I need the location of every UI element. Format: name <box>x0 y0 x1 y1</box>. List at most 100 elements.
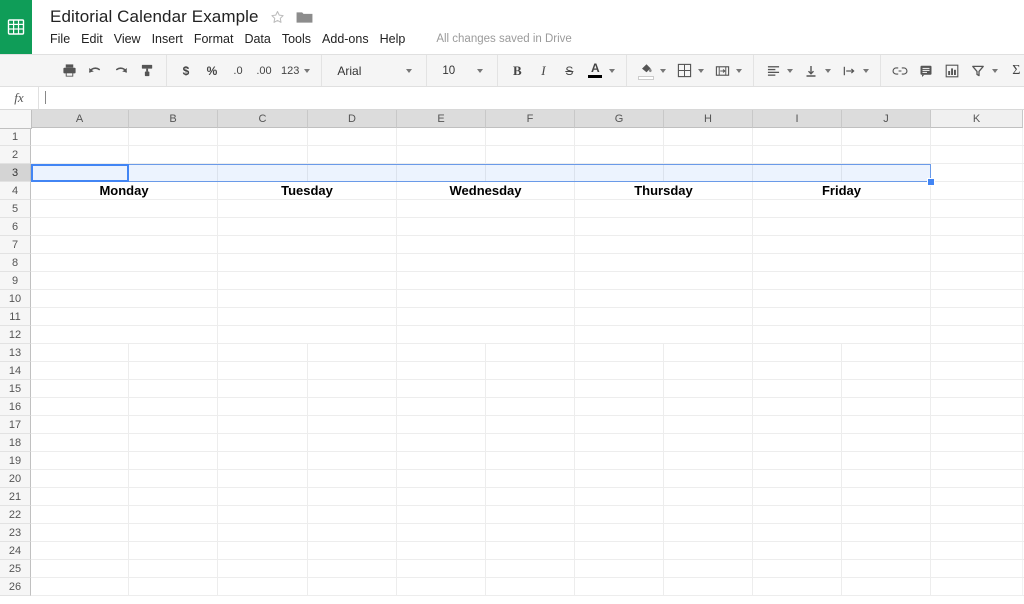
grid-cell[interactable] <box>397 542 486 559</box>
fill-color-icon[interactable] <box>635 60 657 82</box>
grid-cell[interactable] <box>931 146 1023 163</box>
grid-cell[interactable] <box>397 506 486 523</box>
grid-cell[interactable] <box>31 344 129 361</box>
grid-cell[interactable] <box>753 398 842 415</box>
grid-cell[interactable] <box>753 362 842 379</box>
grid-cell[interactable] <box>31 452 129 469</box>
chevron-down-icon[interactable] <box>609 68 616 73</box>
day-header-cell[interactable]: Tuesday <box>218 182 397 199</box>
grid-cell[interactable] <box>575 416 664 433</box>
grid-cell[interactable] <box>664 128 753 145</box>
grid-cell[interactable] <box>486 380 575 397</box>
grid-cell[interactable] <box>218 416 308 433</box>
row-header-20[interactable]: 20 <box>0 470 31 488</box>
grid-cell[interactable] <box>664 542 753 559</box>
grid-cell[interactable] <box>31 398 129 415</box>
grid-cell[interactable] <box>753 560 842 577</box>
row-header-2[interactable]: 2 <box>0 146 31 164</box>
grid-cell[interactable] <box>486 344 575 361</box>
grid-cell[interactable] <box>931 380 1023 397</box>
grid-cell[interactable] <box>575 542 664 559</box>
cell-area[interactable]: Monday Tuesday Wednesday Thursday Friday <box>31 128 1024 604</box>
row-header-9[interactable]: 9 <box>0 272 31 290</box>
grid-cell[interactable] <box>308 434 397 451</box>
grid-cell[interactable] <box>218 452 308 469</box>
grid-cell[interactable] <box>931 542 1023 559</box>
chevron-down-icon[interactable] <box>863 68 870 73</box>
column-header-h[interactable]: H <box>664 110 753 128</box>
column-header-c[interactable]: C <box>218 110 308 128</box>
merged-cell[interactable] <box>397 200 575 217</box>
grid-cell[interactable] <box>308 470 397 487</box>
merged-cell[interactable] <box>218 272 397 289</box>
grid-cell[interactable] <box>931 524 1023 541</box>
menu-data[interactable]: Data <box>244 30 279 48</box>
merged-cell[interactable] <box>753 326 931 343</box>
merged-cell[interactable] <box>31 308 218 325</box>
bold-button[interactable]: B <box>506 60 528 82</box>
menu-help[interactable]: Help <box>380 30 415 48</box>
grid-cell[interactable] <box>842 524 931 541</box>
grid-cell[interactable] <box>397 434 486 451</box>
grid-cell[interactable] <box>753 452 842 469</box>
select-all-corner[interactable] <box>0 110 32 129</box>
grid-cell[interactable] <box>664 524 753 541</box>
link-icon[interactable] <box>889 60 911 82</box>
grid-cell[interactable] <box>486 506 575 523</box>
merged-cell[interactable] <box>31 200 218 217</box>
grid-cell[interactable] <box>842 542 931 559</box>
vertical-align-icon[interactable] <box>800 60 822 82</box>
horizontal-align-icon[interactable] <box>762 60 784 82</box>
chevron-down-icon[interactable] <box>406 68 413 73</box>
column-header-i[interactable]: I <box>753 110 842 128</box>
grid-cell[interactable] <box>664 416 753 433</box>
grid-cell[interactable] <box>842 128 931 145</box>
grid-cell[interactable] <box>931 470 1023 487</box>
grid-cell[interactable] <box>931 398 1023 415</box>
menu-view[interactable]: View <box>114 30 150 48</box>
grid-cell[interactable] <box>842 506 931 523</box>
grid-cell[interactable] <box>397 416 486 433</box>
chevron-down-icon[interactable] <box>698 68 705 73</box>
grid-cell[interactable] <box>753 416 842 433</box>
grid-cell[interactable] <box>308 524 397 541</box>
grid-cell[interactable] <box>575 128 664 145</box>
grid-cell[interactable] <box>575 452 664 469</box>
grid-cell[interactable] <box>931 254 1023 271</box>
grid-cell[interactable] <box>218 434 308 451</box>
merged-cell[interactable] <box>397 272 575 289</box>
column-header-e[interactable]: E <box>397 110 486 128</box>
more-formats-button[interactable]: 123 <box>279 60 301 82</box>
merged-cell[interactable] <box>218 308 397 325</box>
menu-tools[interactable]: Tools <box>282 30 320 48</box>
grid-cell[interactable] <box>842 398 931 415</box>
grid-cell[interactable] <box>931 236 1023 253</box>
merged-cell[interactable] <box>218 290 397 307</box>
comment-icon[interactable] <box>915 60 937 82</box>
grid-cell[interactable] <box>931 362 1023 379</box>
grid-cell[interactable] <box>664 488 753 505</box>
grid-cell[interactable] <box>575 344 664 361</box>
merged-cell[interactable] <box>31 218 218 235</box>
grid-cell[interactable] <box>218 344 308 361</box>
merged-cell[interactable] <box>397 254 575 271</box>
merged-cell[interactable] <box>753 200 931 217</box>
grid-cell[interactable] <box>842 578 931 595</box>
row-header-4[interactable]: 4 <box>0 182 31 200</box>
currency-format-button[interactable]: $ <box>175 60 197 82</box>
grid-cell[interactable] <box>931 578 1023 595</box>
grid-cell[interactable] <box>486 128 575 145</box>
grid-cell[interactable] <box>486 416 575 433</box>
merged-cell[interactable] <box>397 326 575 343</box>
grid-cell[interactable] <box>129 434 218 451</box>
grid-cell[interactable] <box>31 506 129 523</box>
grid-cell[interactable] <box>931 128 1023 145</box>
merged-cell[interactable] <box>575 218 753 235</box>
font-family-select[interactable]: Arial <box>328 59 420 83</box>
grid-cell[interactable] <box>664 506 753 523</box>
grid-cell[interactable] <box>218 362 308 379</box>
menu-insert[interactable]: Insert <box>152 30 192 48</box>
grid-cell[interactable] <box>218 506 308 523</box>
grid-cell[interactable] <box>664 344 753 361</box>
grid-cell[interactable] <box>753 434 842 451</box>
